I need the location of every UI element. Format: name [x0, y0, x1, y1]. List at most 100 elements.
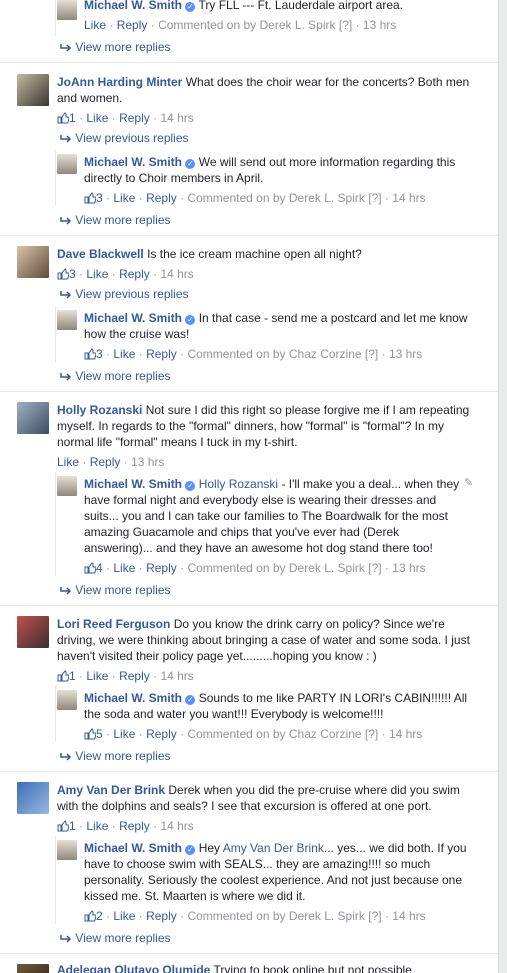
like-count[interactable]: 3	[69, 267, 76, 281]
like-count[interactable]: 4	[96, 561, 103, 575]
reply-link[interactable]: Reply	[146, 191, 177, 205]
avatar-michael-w-smith[interactable]	[57, 310, 77, 330]
view-more-replies-link[interactable]: View more replies	[60, 930, 171, 946]
view-previous-replies-link[interactable]: View previous replies	[60, 286, 189, 302]
verified-icon: ✓	[185, 2, 196, 12]
like-link[interactable]: Like	[86, 267, 108, 281]
commenter-name[interactable]: Michael W. Smith	[84, 155, 182, 169]
verified-icon: ✓	[185, 481, 196, 491]
view-more-replies-link[interactable]: View more replies	[60, 39, 171, 55]
reply-link[interactable]: Reply	[119, 111, 150, 125]
like-thumb-icon	[84, 348, 97, 360]
commenter-name[interactable]: Adelegan Olutayo Olumide	[57, 963, 210, 973]
reply-link[interactable]: Reply	[146, 909, 177, 923]
verified-icon: ✓	[185, 845, 196, 855]
scrollbar[interactable]	[499, 0, 507, 973]
divider	[0, 605, 498, 606]
commenter-name[interactable]: Michael W. Smith	[84, 0, 182, 12]
view-more-replies-link[interactable]: View more replies	[60, 368, 171, 384]
like-link[interactable]: Like	[113, 727, 135, 741]
reply-link[interactable]: Reply	[146, 561, 177, 575]
like-thumb-icon	[57, 670, 70, 682]
divider	[0, 235, 498, 236]
verified-icon: ✓	[185, 695, 196, 705]
comment-text: Trying to book online but not possible	[213, 963, 412, 973]
like-count[interactable]: 1	[69, 819, 76, 833]
reply-link[interactable]: Reply	[119, 669, 150, 683]
commenter-name[interactable]: Lori Reed Ferguson	[57, 617, 170, 631]
like-link[interactable]: Like	[86, 111, 108, 125]
like-link[interactable]: Like	[86, 819, 108, 833]
commenter-name[interactable]: Dave Blackwell	[57, 247, 144, 261]
avatar-michael-w-smith[interactable]	[57, 0, 77, 20]
avatar-joann-harding-minter[interactable]	[17, 74, 49, 106]
reply-link[interactable]: Reply	[119, 819, 150, 833]
like-link[interactable]: Like	[113, 191, 135, 205]
view-more-replies-link[interactable]: View more replies	[60, 748, 171, 764]
commenter-name[interactable]: Michael W. Smith	[84, 841, 182, 855]
avatar-michael-w-smith[interactable]	[57, 476, 77, 496]
like-link[interactable]: Like	[113, 909, 135, 923]
avatar-michael-w-smith[interactable]	[57, 690, 77, 710]
like-count[interactable]: 3	[96, 347, 103, 361]
like-count[interactable]: 1	[69, 111, 76, 125]
comment-text: Try FLL --- Ft. Lauderdale airport area.	[198, 0, 404, 12]
divider	[0, 771, 498, 772]
like-thumb-icon	[57, 820, 70, 832]
reply-thread-line	[55, 472, 56, 576]
avatar-dave-blackwell[interactable]	[17, 246, 49, 278]
like-count[interactable]: 1	[69, 669, 76, 683]
divider	[0, 391, 498, 392]
commenter-name[interactable]: Michael W. Smith	[84, 691, 182, 705]
reply-arrow-icon	[60, 291, 72, 299]
reply-link[interactable]: Reply	[117, 18, 148, 32]
reply-thread-line	[55, 686, 56, 742]
avatar-lori-reed-ferguson[interactable]	[17, 616, 49, 648]
divider	[0, 953, 498, 954]
reply-thread-line	[55, 150, 56, 206]
comment-meta: Like · Reply · Commented on by Derek L. …	[84, 18, 397, 32]
reply-arrow-icon	[60, 217, 72, 225]
like-link[interactable]: Like	[86, 669, 108, 683]
mention-link[interactable]: Amy Van Der Brink	[223, 841, 324, 855]
like-thumb-icon	[84, 728, 97, 740]
verified-icon: ✓	[185, 315, 196, 325]
edit-pencil-icon[interactable]: ✎	[464, 476, 473, 489]
divider	[0, 62, 498, 63]
commenter-name[interactable]: Michael W. Smith	[84, 477, 182, 491]
like-count[interactable]: 3	[96, 191, 103, 205]
avatar-adelegan-olutayo-olumide[interactable]	[17, 964, 49, 973]
reply-link[interactable]: Reply	[146, 347, 177, 361]
view-more-replies-link[interactable]: View more replies	[60, 582, 171, 598]
reply-arrow-icon	[60, 935, 72, 943]
reply-link[interactable]: Reply	[119, 267, 150, 281]
reply-arrow-icon	[60, 753, 72, 761]
reply-thread-line	[55, 836, 56, 924]
like-link[interactable]: Like	[113, 561, 135, 575]
like-link[interactable]: Like	[57, 455, 79, 469]
like-count[interactable]: 5	[96, 727, 103, 741]
like-thumb-icon	[84, 910, 97, 922]
avatar-holly-rozanski[interactable]	[17, 402, 49, 434]
avatar-michael-w-smith[interactable]	[57, 840, 77, 860]
like-thumb-icon	[57, 112, 70, 124]
like-link[interactable]: Like	[84, 18, 106, 32]
like-link[interactable]: Like	[113, 347, 135, 361]
comment-feed: Michael W. Smith ✓ Try FLL --- Ft. Laude…	[0, 0, 499, 973]
reply-thread-line	[55, 0, 56, 36]
like-count[interactable]: 2	[96, 909, 103, 923]
commenter-name[interactable]: Amy Van Der Brink	[57, 783, 165, 797]
reply-arrow-icon	[60, 587, 72, 595]
reply-link[interactable]: Reply	[146, 727, 177, 741]
commenter-name[interactable]: Holly Rozanski	[57, 403, 142, 417]
mention-link[interactable]: Holly Rozanski	[199, 477, 278, 491]
commenter-name[interactable]: JoAnn Harding Minter	[57, 75, 182, 89]
view-previous-replies-link[interactable]: View previous replies	[60, 130, 189, 146]
reply-arrow-icon	[60, 373, 72, 381]
avatar-michael-w-smith[interactable]	[57, 154, 77, 174]
reply-link[interactable]: Reply	[90, 455, 121, 469]
commenter-name[interactable]: Michael W. Smith	[84, 311, 182, 325]
view-more-replies-link[interactable]: View more replies	[60, 212, 171, 228]
like-thumb-icon	[84, 192, 97, 204]
avatar-amy-van-der-brink[interactable]	[17, 782, 49, 814]
